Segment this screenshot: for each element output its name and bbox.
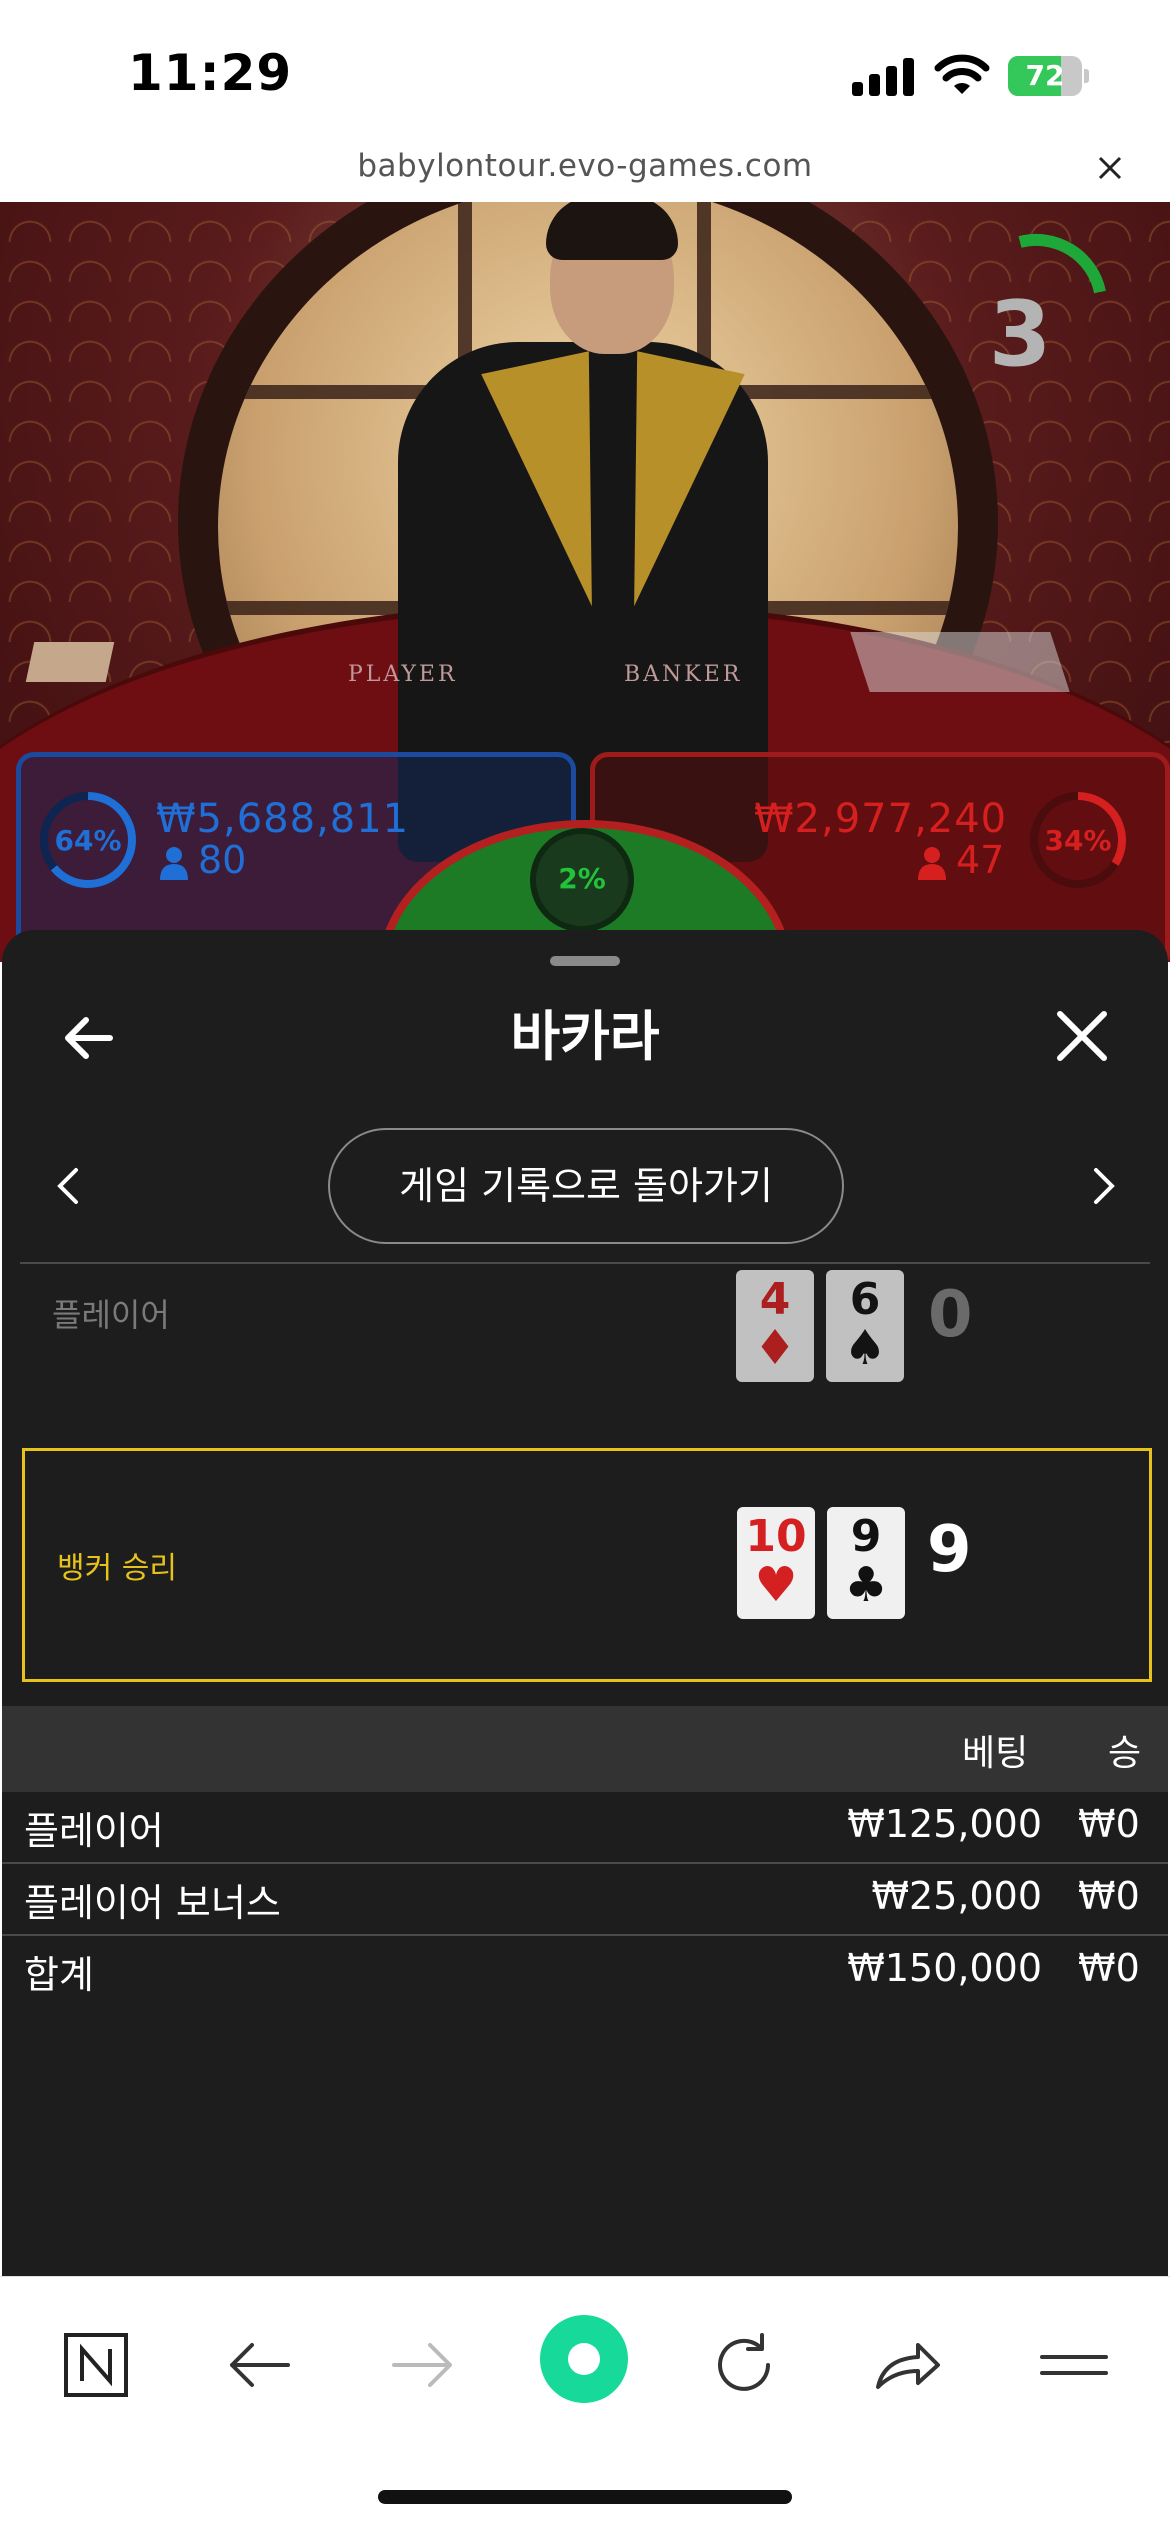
naver-icon[interactable]: [56, 2325, 136, 2405]
diamond-icon: ♦: [753, 1320, 797, 1376]
close-tab-icon[interactable]: [1092, 150, 1128, 186]
home-indicator[interactable]: [378, 2490, 792, 2504]
bet-amount: ₩150,000: [847, 1946, 1042, 1990]
status-bar: 11:29 72: [0, 0, 1170, 140]
battery-icon: 72: [1008, 56, 1089, 96]
win-amount: ₩0: [1078, 1802, 1140, 1846]
sheet-title: 바카라: [510, 1005, 660, 1068]
sheet-drag-handle[interactable]: [550, 956, 620, 966]
status-time: 11:29: [128, 44, 293, 102]
column-header-win: 승: [1108, 1733, 1142, 1774]
banker-percent: 34%: [1044, 824, 1112, 857]
player-hand-score: 0: [928, 1278, 973, 1352]
tie-percent: 2%: [558, 862, 606, 895]
table-row-total: 합계 ₩150,000 ₩0: [2, 1936, 1168, 2008]
player-hand-row: 플레이어 4 ♦ 6 ♠ 0: [22, 1264, 1152, 1452]
heart-icon: ♥: [754, 1557, 798, 1613]
table-row: 플레이어 보너스 ₩25,000 ₩0: [2, 1864, 1168, 1936]
banker-hand-score: 9: [927, 1513, 972, 1587]
close-icon[interactable]: [1052, 1006, 1112, 1066]
player-card-2: 6 ♠: [826, 1270, 904, 1382]
chevron-left-icon[interactable]: [52, 1166, 84, 1206]
bet-name: 합계: [24, 1953, 94, 1997]
share-icon[interactable]: [866, 2325, 946, 2405]
banker-card-2: 9 ♣: [827, 1507, 905, 1619]
banker-bet-amount: ₩2,977,240: [754, 796, 1008, 842]
countdown-timer: 3: [988, 282, 1052, 387]
player-card-1: 4 ♦: [736, 1270, 814, 1382]
table-label-banker: BANKER: [624, 662, 743, 687]
cellular-signal-icon: [852, 56, 916, 96]
card-tray: [25, 642, 115, 682]
player-percent: 64%: [54, 824, 122, 857]
back-to-history-button[interactable]: 게임 기록으로 돌아가기: [328, 1128, 844, 1244]
url-bar[interactable]: babylontour.evo-games.com: [0, 140, 1170, 202]
bet-amount: ₩125,000: [847, 1802, 1042, 1846]
banker-hand-label: 뱅커 승리: [57, 1551, 177, 1586]
back-icon[interactable]: [220, 2325, 300, 2405]
battery-level: 72: [1025, 59, 1065, 92]
table-row: 플레이어 ₩125,000 ₩0: [2, 1792, 1168, 1864]
wifi-icon: [934, 54, 990, 98]
bet-name: 플레이어: [24, 1809, 164, 1853]
banker-hand-row: 뱅커 승리 10 ♥ 9 ♣ 9: [22, 1448, 1152, 1682]
player-count-icon: [160, 846, 188, 880]
spade-icon: ♠: [843, 1320, 887, 1376]
bet-name: 플레이어 보너스: [24, 1881, 281, 1925]
reload-icon[interactable]: [704, 2325, 784, 2405]
club-icon: ♣: [844, 1557, 888, 1613]
win-amount: ₩0: [1078, 1946, 1140, 1990]
player-hand-label: 플레이어: [52, 1296, 170, 1334]
bets-table-header: 베팅 승: [2, 1706, 1168, 1792]
game-history-sheet: 바카라 게임 기록으로 돌아가기 플레이어 4 ♦ 6 ♠ 0 뱅커 승리 10…: [2, 930, 1168, 2276]
menu-icon[interactable]: [1034, 2325, 1114, 2405]
banker-count: 47: [956, 838, 1005, 882]
home-icon[interactable]: [538, 2313, 630, 2405]
column-header-bet: 베팅: [962, 1733, 1029, 1774]
card-shoe: [850, 632, 1070, 692]
win-amount: ₩0: [1078, 1874, 1140, 1918]
forward-icon[interactable]: [382, 2325, 462, 2405]
table-label-player: PLAYER: [348, 662, 458, 687]
banker-card-1: 10 ♥: [737, 1507, 815, 1619]
chevron-right-icon[interactable]: [1088, 1166, 1120, 1206]
banker-count-icon: [918, 846, 946, 880]
player-bet-amount: ₩5,688,811: [156, 796, 410, 842]
url-text[interactable]: babylontour.evo-games.com: [0, 148, 1170, 184]
bet-amount: ₩25,000: [871, 1874, 1042, 1918]
player-count: 80: [198, 838, 247, 882]
